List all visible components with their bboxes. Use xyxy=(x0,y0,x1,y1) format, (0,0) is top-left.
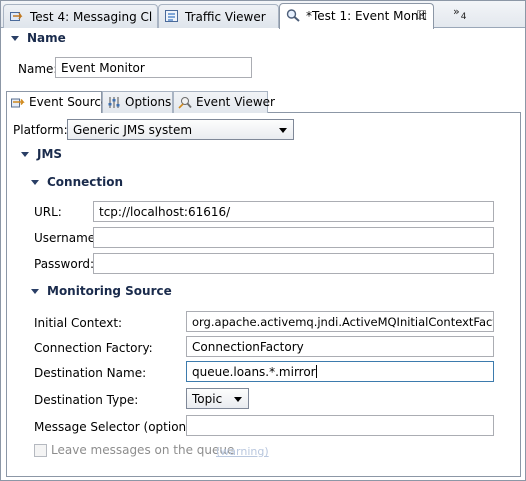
destination-type-label: Destination Type: xyxy=(34,393,139,407)
event-source-icon xyxy=(11,98,25,108)
inner-tab-bar: Event Source Options Event Viewer xyxy=(6,91,521,114)
name-label: Name: xyxy=(18,62,58,76)
name-field[interactable]: Event Monitor xyxy=(55,57,252,78)
collapse-triangle-icon xyxy=(31,180,39,185)
jms-section-header[interactable]: JMS xyxy=(21,147,62,161)
magnifier-icon xyxy=(286,9,300,22)
traffic-icon xyxy=(165,10,178,22)
tab-options[interactable]: Options xyxy=(102,91,173,113)
collapse-triangle-icon xyxy=(11,36,19,41)
section-title: Name xyxy=(27,31,66,45)
section-title: Connection xyxy=(47,175,124,189)
tab-event-source[interactable]: Event Source xyxy=(6,91,108,114)
section-title: JMS xyxy=(37,147,63,161)
connection-factory-label: Connection Factory: xyxy=(34,341,153,355)
message-selector-field[interactable] xyxy=(186,415,494,436)
tab-label: Options xyxy=(125,95,172,109)
tab-overflow-button[interactable]: »4 xyxy=(453,5,466,22)
username-field[interactable] xyxy=(93,227,494,248)
tab-label: *Test 1: Event Monit xyxy=(306,9,427,23)
collapse-triangle-icon xyxy=(21,152,29,157)
destination-name-value: queue.loans.*.mirror xyxy=(192,365,316,379)
connection-factory-field[interactable]: ConnectionFactory xyxy=(186,336,494,357)
leave-messages-checkbox[interactable] xyxy=(34,444,47,457)
tab-test-4-messaging[interactable]: Test 4: Messaging Cl xyxy=(3,4,158,28)
initial-context-field[interactable]: org.apache.activemq.jndi.ActiveMQInitial… xyxy=(186,311,494,332)
tab-label: Traffic Viewer xyxy=(185,10,266,24)
tab-event-viewer[interactable]: Event Viewer xyxy=(173,91,275,113)
name-section-header[interactable]: Name xyxy=(11,31,66,45)
collapse-triangle-icon xyxy=(31,289,39,294)
leave-messages-label: Leave messages on the queue xyxy=(51,443,235,457)
overflow-count: 4 xyxy=(460,12,467,22)
editor-tab-bar: Test 4: Messaging Cl Traffic Viewer *Tes… xyxy=(1,1,525,29)
tab-event-monitor[interactable]: *Test 1: Event Monit ☒ xyxy=(279,3,434,29)
destination-type-dropdown[interactable]: Topic xyxy=(186,388,249,409)
chevron-double-right-icon: » xyxy=(453,5,460,18)
event-viewer-icon xyxy=(178,97,192,109)
warning-link[interactable]: (warning) xyxy=(216,445,269,458)
connection-section-header[interactable]: Connection xyxy=(31,175,123,189)
destination-name-label: Destination Name: xyxy=(34,366,147,380)
options-icon xyxy=(108,97,120,108)
username-label: Username: xyxy=(34,231,100,245)
platform-dropdown[interactable]: Generic JMS system xyxy=(67,119,294,140)
destination-type-selected-value: Topic xyxy=(192,392,223,406)
initial-context-label: Initial Context: xyxy=(34,316,123,330)
test-icon xyxy=(10,12,23,21)
tab-label: Test 4: Messaging Cl xyxy=(30,10,153,24)
section-title: Monitoring Source xyxy=(47,284,172,298)
dropdown-arrow-icon xyxy=(279,128,287,133)
platform-selected-value: Generic JMS system xyxy=(73,123,193,137)
tab-label: Event Viewer xyxy=(196,95,275,109)
editor-window: Test 4: Messaging Cl Traffic Viewer *Tes… xyxy=(0,0,526,481)
password-field[interactable] xyxy=(93,253,494,274)
monitoring-source-section-header[interactable]: Monitoring Source xyxy=(31,284,172,298)
url-label: URL: xyxy=(34,205,62,219)
close-icon[interactable]: ☒ xyxy=(416,8,427,22)
tab-traffic-viewer[interactable]: Traffic Viewer xyxy=(158,4,279,28)
tab-label: Event Source xyxy=(29,95,109,109)
platform-label: Platform: xyxy=(13,123,68,137)
password-label: Password: xyxy=(34,257,95,271)
destination-name-field[interactable]: queue.loans.*.mirror xyxy=(186,361,494,382)
text-caret xyxy=(315,365,317,378)
message-selector-label: Message Selector (optional): xyxy=(34,420,206,434)
url-field[interactable]: tcp://localhost:61616/ xyxy=(93,201,494,222)
dropdown-arrow-icon xyxy=(234,397,242,402)
